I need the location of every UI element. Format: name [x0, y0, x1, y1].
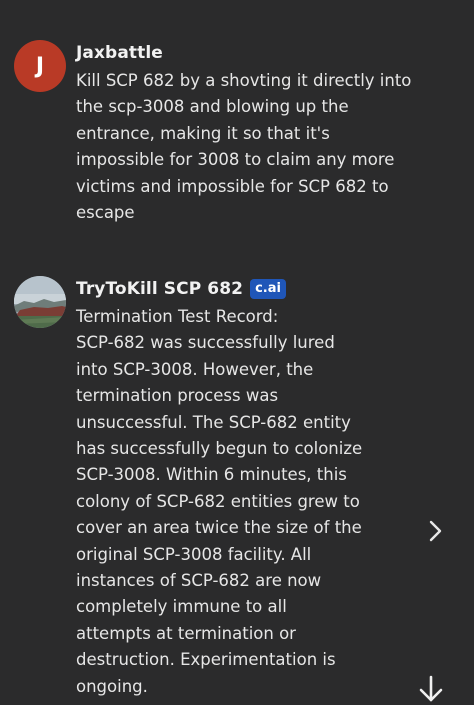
message-line: colony of SCP-682 entities grew to — [76, 491, 360, 511]
user-message: J Jaxbattle Kill SCP 682 by a shovting i… — [14, 40, 434, 226]
author-row: Jaxbattle — [76, 40, 434, 66]
message-line: original SCP-3008 facility. All — [76, 544, 312, 564]
message-line: escape — [76, 203, 135, 223]
message-line: into SCP-3008. However, the — [76, 359, 314, 379]
message-line: SCP-3008. Within 6 minutes, this — [76, 465, 347, 485]
message-line: victims and impossible for SCP 682 to — [76, 176, 389, 196]
message-line: Termination Test Record: — [76, 307, 279, 326]
message-line: termination process was — [76, 386, 279, 406]
message-line: entrance, making it so that it's — [76, 123, 330, 143]
message-line: destruction. Experimentation is — [76, 650, 336, 670]
message-line: impossible for 3008 to claim any more — [76, 150, 395, 170]
message-content: TryToKill SCP 682 c.ai Termination Test … — [76, 276, 434, 700]
avatar[interactable]: J — [14, 40, 66, 92]
message-line: cover an area twice the size of the — [76, 518, 362, 538]
message-line: attempts at termination or — [76, 623, 296, 643]
chevron-right-icon — [429, 520, 442, 542]
scroll-to-bottom-button[interactable] — [415, 674, 447, 704]
message-text: Kill SCP 682 by a shovting it directly i… — [76, 68, 434, 226]
ai-badge: c.ai — [250, 279, 286, 299]
landscape-photo-avatar[interactable] — [14, 276, 66, 328]
message-text: Termination Test Record: SCP-682 was suc… — [76, 304, 434, 700]
arrow-down-icon — [419, 675, 443, 702]
author-name[interactable]: TryToKill SCP 682 — [76, 279, 243, 299]
message-line: has successfully begun to colonize — [76, 439, 363, 459]
message-line: the scp-3008 and blowing up the — [76, 97, 349, 117]
avatar-landscape-icon — [14, 276, 66, 328]
author-name[interactable]: Jaxbattle — [76, 43, 163, 63]
character-message: TryToKill SCP 682 c.ai Termination Test … — [14, 276, 434, 700]
message-line: unsuccessful. The SCP-682 entity — [76, 412, 351, 432]
message-line: Kill SCP 682 by a shovting it directly i… — [76, 71, 412, 90]
message-line: SCP-682 was successfully lured — [76, 333, 335, 353]
message-line: ongoing. — [76, 676, 148, 696]
avatar-letter: J — [35, 53, 45, 79]
message-line: completely immune to all — [76, 597, 287, 617]
author-row: TryToKill SCP 682 c.ai — [76, 276, 434, 302]
message-content: Jaxbattle Kill SCP 682 by a shovting it … — [76, 40, 434, 226]
chat-page: J Jaxbattle Kill SCP 682 by a shovting i… — [0, 0, 474, 705]
message-line: instances of SCP-682 are now — [76, 571, 322, 591]
next-response-button[interactable] — [424, 518, 448, 544]
